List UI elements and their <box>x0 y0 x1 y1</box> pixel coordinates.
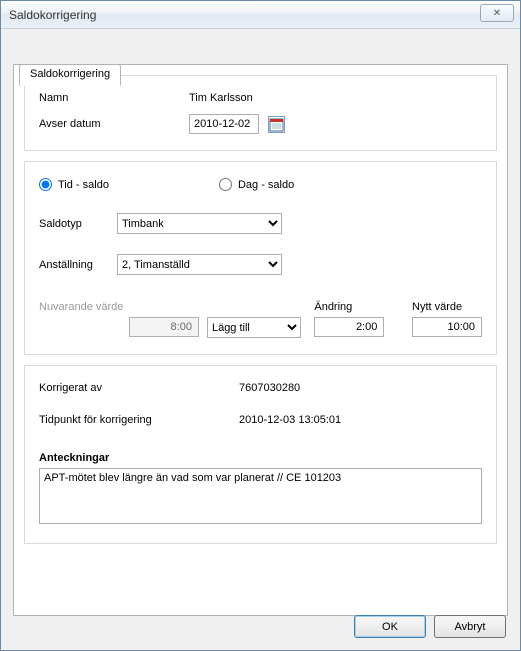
current-value-label: Nuvarande värde <box>39 301 207 313</box>
tab-panel: Namn Tim Karlsson Avser datum <box>13 64 508 616</box>
avser-datum-label: Avser datum <box>39 118 189 130</box>
anteckningar-textarea[interactable] <box>39 468 482 524</box>
new-value-input[interactable] <box>412 317 482 337</box>
anstallning-label: Anställning <box>39 259 117 271</box>
titlebar: Saldokorrigering ✕ <box>1 1 520 29</box>
dialog-body: Saldokorrigering Namn Tim Karlsson Avser… <box>1 29 520 650</box>
dialog-window: Saldokorrigering ✕ Saldokorrigering Namn… <box>0 0 521 651</box>
tab-label: Saldokorrigering <box>30 68 110 80</box>
change-label: Ändring <box>314 301 412 313</box>
ok-button[interactable]: OK <box>354 615 426 638</box>
tidpunkt-label: Tidpunkt för korrigering <box>39 414 239 426</box>
korrigerat-av-value: 7607030280 <box>239 382 300 394</box>
anteckningar-label: Anteckningar <box>39 452 482 464</box>
radio-tid-input[interactable] <box>39 178 52 191</box>
operation-select[interactable]: Lägg till <box>207 317 301 338</box>
close-icon: ✕ <box>493 8 501 19</box>
group-meta: Korrigerat av 7607030280 Tidpunkt för ko… <box>24 365 497 544</box>
saldotyp-label: Saldotyp <box>39 218 117 230</box>
tidpunkt-value: 2010-12-03 13:05:01 <box>239 414 341 426</box>
saldotyp-select[interactable]: Timbank <box>117 213 282 234</box>
button-row: OK Avbryt <box>354 615 506 638</box>
radio-dag-label: Dag - saldo <box>238 179 294 191</box>
new-value-label: Nytt värde <box>412 301 482 313</box>
current-value-input <box>129 317 199 337</box>
calendar-button[interactable] <box>268 116 285 133</box>
avser-datum-input[interactable] <box>189 114 259 134</box>
radio-dag-saldo[interactable]: Dag - saldo <box>219 178 294 191</box>
group-saldo: Tid - saldo Dag - saldo Saldotyp Timbank <box>24 161 497 355</box>
radio-tid-saldo[interactable]: Tid - saldo <box>39 178 109 191</box>
name-label: Namn <box>39 92 189 104</box>
radio-dag-input[interactable] <box>219 178 232 191</box>
cancel-button[interactable]: Avbryt <box>434 615 506 638</box>
tab-container: Saldokorrigering Namn Tim Karlsson Avser… <box>13 64 508 616</box>
close-button[interactable]: ✕ <box>480 4 514 22</box>
anstallning-select[interactable]: 2, Timanställd <box>117 254 282 275</box>
group-identity: Namn Tim Karlsson Avser datum <box>24 75 497 151</box>
korrigerat-av-label: Korrigerat av <box>39 382 239 394</box>
window-title: Saldokorrigering <box>9 8 96 22</box>
change-input[interactable] <box>314 317 384 337</box>
name-value: Tim Karlsson <box>189 92 482 104</box>
calendar-icon <box>269 117 284 132</box>
tab-saldokorrigering[interactable]: Saldokorrigering <box>19 64 121 86</box>
radio-tid-label: Tid - saldo <box>58 179 109 191</box>
